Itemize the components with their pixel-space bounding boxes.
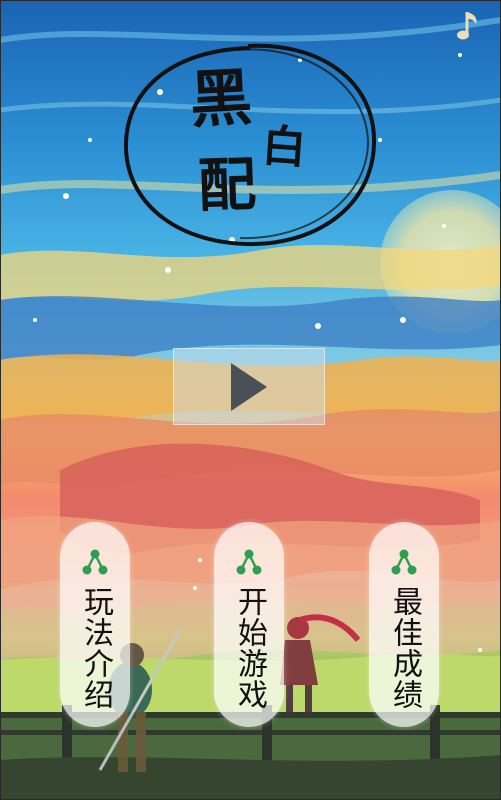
best-score-label: 最佳成绩 <box>387 586 422 710</box>
logo-char-match: 配 <box>196 150 258 220</box>
start-game-label: 开始游戏 <box>232 586 267 710</box>
logo-char-black: 黑 <box>188 60 254 137</box>
best-score-button[interactable]: 最佳成绩 <box>369 522 439 727</box>
how-to-play-button[interactable]: 玩法介绍 <box>60 522 130 727</box>
how-to-play-label: 玩法介绍 <box>78 586 113 710</box>
share-icon <box>391 549 417 575</box>
play-triangle-icon <box>231 362 267 411</box>
share-icon <box>236 549 262 575</box>
share-icon <box>82 549 108 575</box>
play-button[interactable] <box>173 348 325 425</box>
game-logo: 黑 白 配 <box>0 0 501 260</box>
start-game-button[interactable]: 开始游戏 <box>214 522 284 727</box>
logo-char-white: 白 <box>260 120 308 175</box>
